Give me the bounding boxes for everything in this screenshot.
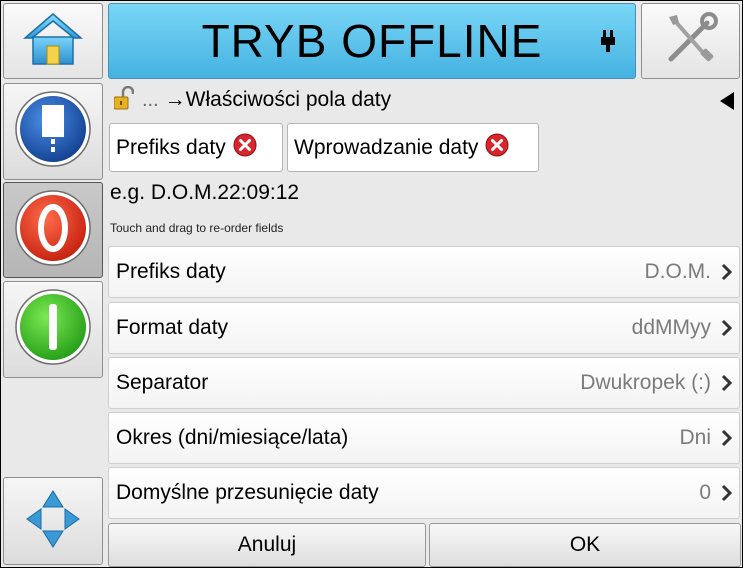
row-label: Domyślne przesunięcie daty <box>116 481 379 504</box>
row-value: Dni <box>679 426 711 449</box>
example-preview: e.g. D.O.M.22:09:12 <box>110 181 300 204</box>
breadcrumb: ... →Właściwości pola daty <box>108 83 742 117</box>
chevron-right-icon <box>721 484 733 507</box>
unlock-icon <box>113 85 135 115</box>
status-title-bar: TRYB OFFLINE <box>108 3 636 79</box>
ok-button[interactable]: OK <box>429 523 741 567</box>
start-button[interactable] <box>3 281 103 378</box>
stop-icon <box>13 188 93 273</box>
sidebar-spacer <box>3 380 103 475</box>
breadcrumb-ellipsis[interactable]: ... <box>142 89 159 112</box>
row-label: Separator <box>116 371 209 394</box>
home-button[interactable] <box>3 3 103 79</box>
row-value: ddMMyy <box>631 316 711 339</box>
row-value: 0 <box>699 481 711 504</box>
plug-icon <box>601 30 615 59</box>
info-icon <box>13 89 93 174</box>
property-row-date-format[interactable]: Format daty ddMMyy <box>108 302 740 354</box>
row-label: Format daty <box>116 316 229 339</box>
reorder-hint: Touch and drag to re-order fields <box>110 221 284 235</box>
info-button[interactable] <box>3 83 103 180</box>
tools-icon <box>661 11 721 72</box>
breadcrumb-current: →Właściwości pola daty <box>164 88 392 111</box>
property-row-period[interactable]: Okres (dni/miesiące/lata) Dni <box>108 412 740 464</box>
chevron-right-icon <box>721 374 733 397</box>
chevron-right-icon <box>721 429 733 452</box>
property-row-default-date-offset[interactable]: Domyślne przesunięcie daty 0 <box>108 467 740 519</box>
tools-button[interactable] <box>641 3 740 79</box>
row-value: Dwukropek (:) <box>580 371 711 394</box>
field-chip-date-entry[interactable]: Wprowadzanie daty <box>287 123 539 172</box>
stop-button[interactable] <box>3 182 103 278</box>
remove-x-icon[interactable] <box>233 133 257 163</box>
chevron-right-icon <box>721 263 733 286</box>
chip-label: Wprowadzanie daty <box>294 135 479 159</box>
app-window: TRYB OFFLINE ... →Właściwości pola daty … <box>0 0 743 568</box>
start-icon <box>13 287 93 372</box>
property-row-separator[interactable]: Separator Dwukropek (:) <box>108 357 740 409</box>
chip-label: Prefiks daty <box>116 135 226 159</box>
remove-x-icon[interactable] <box>485 133 509 163</box>
navigate-button[interactable] <box>3 477 103 565</box>
home-icon <box>22 11 84 72</box>
chevron-right-icon <box>721 319 733 342</box>
field-chip-date-prefix[interactable]: Prefiks daty <box>109 123 283 172</box>
row-label: Prefiks daty <box>116 260 226 283</box>
navigate-arrows-icon <box>25 489 81 554</box>
cancel-button[interactable]: Anuluj <box>108 523 426 567</box>
back-triangle-icon[interactable] <box>720 92 734 115</box>
page-title: TRYB OFFLINE <box>201 15 543 67</box>
property-row-date-prefix[interactable]: Prefiks daty D.O.M. <box>108 246 740 298</box>
row-value: D.O.M. <box>644 260 712 283</box>
row-label: Okres (dni/miesiące/lata) <box>116 426 349 449</box>
